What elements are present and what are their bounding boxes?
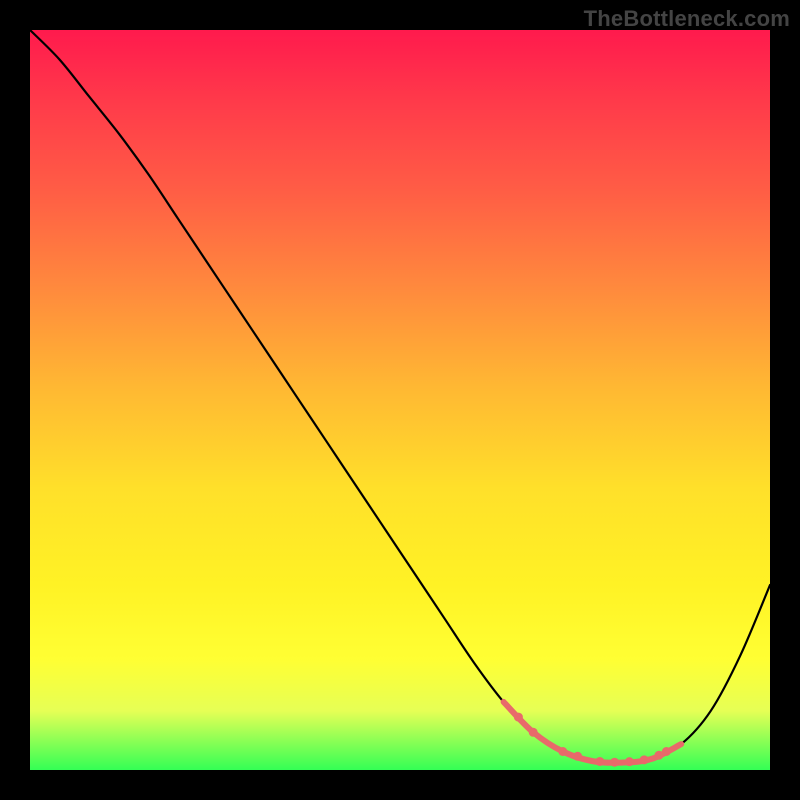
- accent-dot: [514, 713, 523, 722]
- chart-frame: TheBottleneck.com: [0, 0, 800, 800]
- accent-dot: [529, 728, 538, 737]
- accent-dot: [662, 747, 671, 756]
- accent-dot: [558, 747, 567, 756]
- bottleneck-curve: [30, 30, 770, 763]
- curve-svg: [30, 30, 770, 770]
- watermark-text: TheBottleneck.com: [584, 6, 790, 32]
- plot-area: [30, 30, 770, 770]
- accent-dot: [595, 757, 604, 766]
- accent-dot: [640, 755, 649, 764]
- accent-dot: [625, 757, 634, 766]
- accent-dot: [610, 758, 619, 767]
- accent-dot: [573, 752, 582, 761]
